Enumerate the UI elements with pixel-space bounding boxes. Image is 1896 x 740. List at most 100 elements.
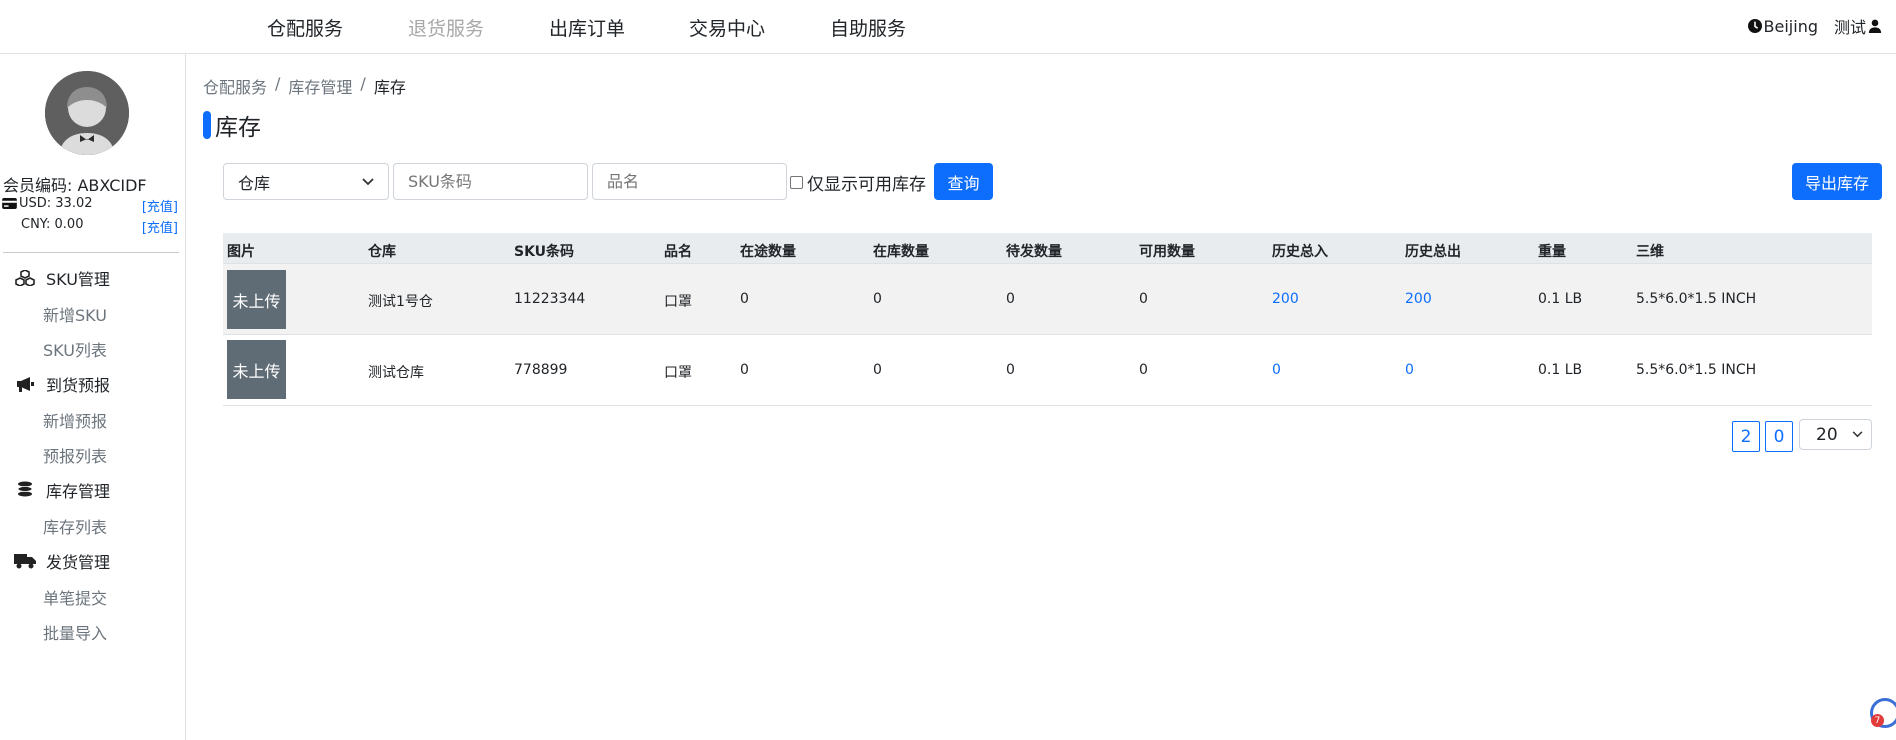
user-menu[interactable]: 测试: [1834, 14, 1882, 38]
cell-dimensions: 5.5*6.0*1.5 INCH: [1636, 362, 1757, 378]
cell-in-transit: 0: [740, 362, 749, 378]
product-thumbnail: 未上传: [227, 270, 286, 329]
chevron-down-icon: [362, 177, 374, 185]
cell-pending: 0: [1006, 291, 1015, 307]
timezone-label: Beijing: [1763, 16, 1818, 36]
page-size-value: 20: [1816, 424, 1838, 445]
menu-group-arrival-forecast[interactable]: 到货预报: [14, 372, 110, 396]
avatar-illustration: [45, 71, 129, 155]
truck-icon: [14, 552, 36, 570]
col-header-in-stock: 在库数量: [873, 244, 929, 260]
cell-name: 口罩: [664, 365, 692, 381]
menu-group-inventory[interactable]: 库存管理: [14, 478, 110, 502]
cell-total-out-link[interactable]: 0: [1405, 362, 1414, 378]
col-header-weight: 重量: [1538, 244, 1566, 260]
user-name: 测试: [1833, 18, 1866, 37]
cell-name: 口罩: [664, 294, 692, 310]
product-thumbnail: 未上传: [227, 340, 286, 399]
col-header-total-in: 历史总入: [1272, 244, 1328, 260]
menu-group-label: 库存管理: [46, 482, 111, 501]
breadcrumb-current: 库存: [373, 78, 406, 97]
query-button[interactable]: 查询: [934, 163, 993, 200]
cell-pending: 0: [1006, 362, 1015, 378]
cell-dimensions: 5.5*6.0*1.5 INCH: [1636, 291, 1757, 307]
nav-self-service[interactable]: 自助服务: [830, 14, 906, 41]
page-button[interactable]: 2: [1732, 421, 1760, 452]
cell-in-stock: 0: [873, 291, 882, 307]
bullhorn-icon: [14, 375, 36, 393]
breadcrumb: 仓配服务 / 库存管理 / 库存: [203, 74, 406, 98]
cell-total-in-link[interactable]: 0: [1272, 362, 1281, 378]
col-header-image: 图片: [227, 244, 255, 260]
sidebar-item-new-sku[interactable]: 新增SKU: [43, 302, 107, 326]
col-header-total-out: 历史总出: [1405, 244, 1461, 260]
warehouse-select-value: 仓库: [238, 173, 271, 193]
nav-return-service[interactable]: 退货服务: [408, 14, 484, 41]
table-row: 未上传 测试仓库 778899 口罩 0 0 0 0 0 0 0.1 LB 5.…: [223, 335, 1872, 406]
menu-group-label: 发货管理: [46, 553, 111, 572]
cell-in-stock: 0: [873, 362, 882, 378]
cny-balance: CNY: 0.00: [21, 217, 84, 232]
coins-icon: [14, 481, 36, 499]
sidebar-item-sku-list[interactable]: SKU列表: [43, 337, 107, 361]
page-button[interactable]: 0: [1765, 421, 1793, 452]
sidebar-divider: [3, 252, 179, 253]
cell-sku: 11223344: [514, 291, 586, 307]
only-available-checkbox[interactable]: [790, 176, 803, 189]
sidebar-item-single-submit[interactable]: 单笔提交: [43, 585, 107, 609]
sidebar-item-new-forecast[interactable]: 新增预报: [43, 408, 107, 432]
clock-icon: [1747, 19, 1762, 33]
menu-group-sku[interactable]: SKU管理: [14, 266, 110, 290]
nav-trading-center[interactable]: 交易中心: [689, 14, 765, 41]
product-name-input[interactable]: [592, 163, 787, 200]
timezone-indicator[interactable]: Beijing: [1747, 16, 1818, 36]
cell-total-in-link[interactable]: 200: [1272, 291, 1299, 307]
title-accent-bar: [203, 111, 211, 139]
member-code: 会员编码: ABXCIDF: [3, 176, 147, 195]
usd-balance-row: USD: 33.02 [充值]: [2, 196, 178, 215]
cell-available: 0: [1139, 362, 1148, 378]
col-header-name: 品名: [664, 244, 692, 260]
table-header: 图片 仓库 SKU条码 品名 在途数量 在库数量 待发数量 可用数量 历史总入 …: [223, 233, 1872, 264]
cell-in-transit: 0: [740, 291, 749, 307]
breadcrumb-item[interactable]: 库存管理: [288, 74, 352, 98]
sidebar-item-forecast-list[interactable]: 预报列表: [43, 443, 107, 467]
menu-group-label: SKU管理: [46, 270, 110, 289]
recharge-cny-link[interactable]: [充值]: [142, 217, 178, 236]
export-inventory-button[interactable]: 导出库存: [1792, 163, 1882, 200]
cell-weight: 0.1 LB: [1538, 362, 1583, 378]
notification-badge: 7: [1871, 714, 1884, 727]
credit-card-icon: [2, 198, 17, 209]
col-header-pending: 待发数量: [1006, 244, 1062, 260]
page-size-select[interactable]: 20: [1799, 419, 1872, 450]
page-title-text: 库存: [215, 115, 261, 141]
top-right-area: Beijing 测试: [1747, 14, 1882, 38]
col-header-sku: SKU条码: [514, 244, 575, 260]
nav-warehouse-service[interactable]: 仓配服务: [267, 14, 343, 41]
col-header-available: 可用数量: [1139, 244, 1195, 260]
menu-group-shipping[interactable]: 发货管理: [14, 549, 110, 573]
top-navbar: 仓配服务 退货服务 出库订单 交易中心 自助服务 Beijing 测试: [0, 0, 1896, 54]
col-header-dimensions: 三维: [1636, 244, 1664, 260]
sidebar: 会员编码: ABXCIDF USD: 33.02 [充值] CNY: 0.00 …: [0, 54, 186, 740]
cubes-icon: [14, 269, 36, 287]
cell-weight: 0.1 LB: [1538, 291, 1583, 307]
user-icon: [1868, 19, 1882, 33]
avatar: [45, 71, 129, 155]
only-available-toggle[interactable]: 仅显示可用库存: [790, 170, 926, 195]
nav-outbound-orders[interactable]: 出库订单: [549, 14, 625, 41]
sidebar-item-inventory-list[interactable]: 库存列表: [43, 514, 107, 538]
cell-warehouse: 测试仓库: [368, 365, 424, 381]
recharge-usd-link[interactable]: [充值]: [142, 196, 178, 215]
cell-total-out-link[interactable]: 200: [1405, 291, 1432, 307]
warehouse-select[interactable]: 仓库: [223, 163, 389, 200]
cell-sku: 778899: [514, 362, 568, 378]
breadcrumb-item[interactable]: 仓配服务: [203, 74, 267, 98]
only-available-label: 仅显示可用库存: [807, 175, 926, 195]
sidebar-item-batch-import[interactable]: 批量导入: [43, 620, 107, 644]
cell-warehouse: 测试1号仓: [368, 294, 433, 310]
col-header-in-transit: 在途数量: [740, 244, 796, 260]
sku-code-input[interactable]: [393, 163, 588, 200]
menu-group-label: 到货预报: [46, 376, 111, 395]
cny-balance-row: CNY: 0.00 [充值]: [2, 217, 178, 236]
